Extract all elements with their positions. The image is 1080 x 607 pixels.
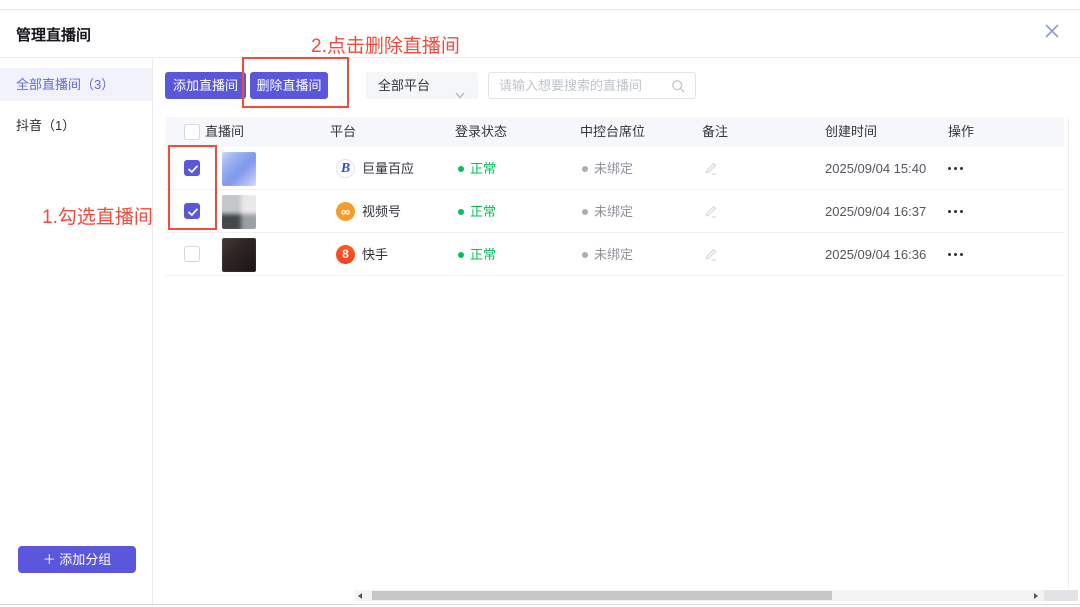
header-divider [0,57,1080,58]
created-time: 2025/09/04 15:40 [825,147,926,190]
column-login-status: 登录状态 [455,117,507,147]
search-icon [671,79,686,99]
more-actions-button[interactable] [948,210,963,213]
table-right-border [1068,117,1069,588]
sidebar-item-douyin[interactable]: 抖音（1） [0,109,152,142]
created-time: 2025/09/04 16:37 [825,190,926,233]
column-remark: 备注 [702,117,728,147]
seat-dot [582,209,588,215]
login-status: 正常 [470,233,496,276]
table-row: 8 快手 正常 未绑定 2025/09/04 16:36 [165,233,1064,276]
status-dot [458,166,464,172]
pencil-icon [703,161,718,176]
more-icon [948,167,951,170]
status-dot [458,209,464,215]
console-seat: 未绑定 [594,190,633,233]
seat-dot [582,252,588,258]
sidebar-divider [152,58,153,604]
edit-remark-button[interactable] [703,161,718,181]
window-bottom-border [0,604,1080,605]
column-console-seat: 中控台席位 [580,117,645,147]
platform-name: 视频号 [362,190,401,233]
row-checkbox[interactable] [184,160,200,176]
console-seat: 未绑定 [594,233,633,276]
search-input[interactable] [499,74,659,97]
row-checkbox[interactable] [184,203,200,219]
platform-name: 巨量百应 [362,147,414,190]
edit-remark-button[interactable] [703,247,718,267]
chevron-down-icon [455,81,465,108]
scroll-left-arrow[interactable] [358,593,362,599]
add-group-button[interactable]: ＋ 添加分组 [18,546,136,573]
scrollbar-corner [1044,590,1078,601]
room-thumbnail [222,152,256,186]
seat-dot [582,166,588,172]
table-row: ∞ 视频号 正常 未绑定 2025/09/04 16:37 [165,190,1064,233]
kuaishou-icon: 8 [336,245,355,264]
pencil-icon [703,204,718,219]
search-box [488,72,696,99]
room-thumbnail [222,195,256,229]
login-status: 正常 [470,190,496,233]
page-title: 管理直播间 [16,24,91,45]
check-icon [185,204,201,220]
platform-filter-value: 全部平台 [378,78,430,93]
room-thumbnail [222,238,256,272]
column-room: 直播间 [205,117,244,147]
login-status: 正常 [470,147,496,190]
delete-room-button[interactable]: 删除直播间 [250,72,328,99]
table-row: B 巨量百应 正常 未绑定 2025/09/04 15:40 [165,147,1064,190]
edit-remark-button[interactable] [703,204,718,224]
select-all-checkbox[interactable] [184,124,200,140]
column-platform: 平台 [330,117,356,147]
row-checkbox[interactable] [184,246,200,262]
more-actions-button[interactable] [948,167,963,170]
annotation-step1-label: 1.勾选直播间 [42,202,153,229]
sidebar-item-all-rooms[interactable]: 全部直播间（3） [0,68,152,101]
scroll-right-arrow[interactable] [1034,593,1038,599]
column-created-at: 创建时间 [825,117,877,147]
shipinhao-icon: ∞ [336,202,355,221]
more-icon [948,210,951,213]
close-button[interactable] [1043,22,1065,44]
console-seat: 未绑定 [594,147,633,190]
horizontal-scrollbar-thumb[interactable] [372,591,832,600]
juliang-baiying-icon: B [336,159,355,178]
add-room-button[interactable]: 添加直播间 [165,72,246,99]
pencil-icon [703,247,718,262]
status-dot [458,252,464,258]
more-actions-button[interactable] [948,253,963,256]
manage-live-rooms-dialog: 管理直播间 全部直播间（3） 抖音（1） ＋ 添加分组 添加直播间 删除直播间 … [0,0,1080,607]
column-actions: 操作 [948,117,974,147]
close-icon [1043,22,1061,40]
annotation-step2-label: 2.点击删除直播间 [311,31,460,58]
check-icon [185,161,201,177]
created-time: 2025/09/04 16:36 [825,233,926,276]
platform-name: 快手 [362,233,388,276]
more-icon [948,253,951,256]
platform-filter-select[interactable]: 全部平台 [366,72,478,99]
table-header: 直播间 平台 登录状态 中控台席位 备注 创建时间 操作 [165,117,1064,147]
window-top-strip [0,0,1080,10]
